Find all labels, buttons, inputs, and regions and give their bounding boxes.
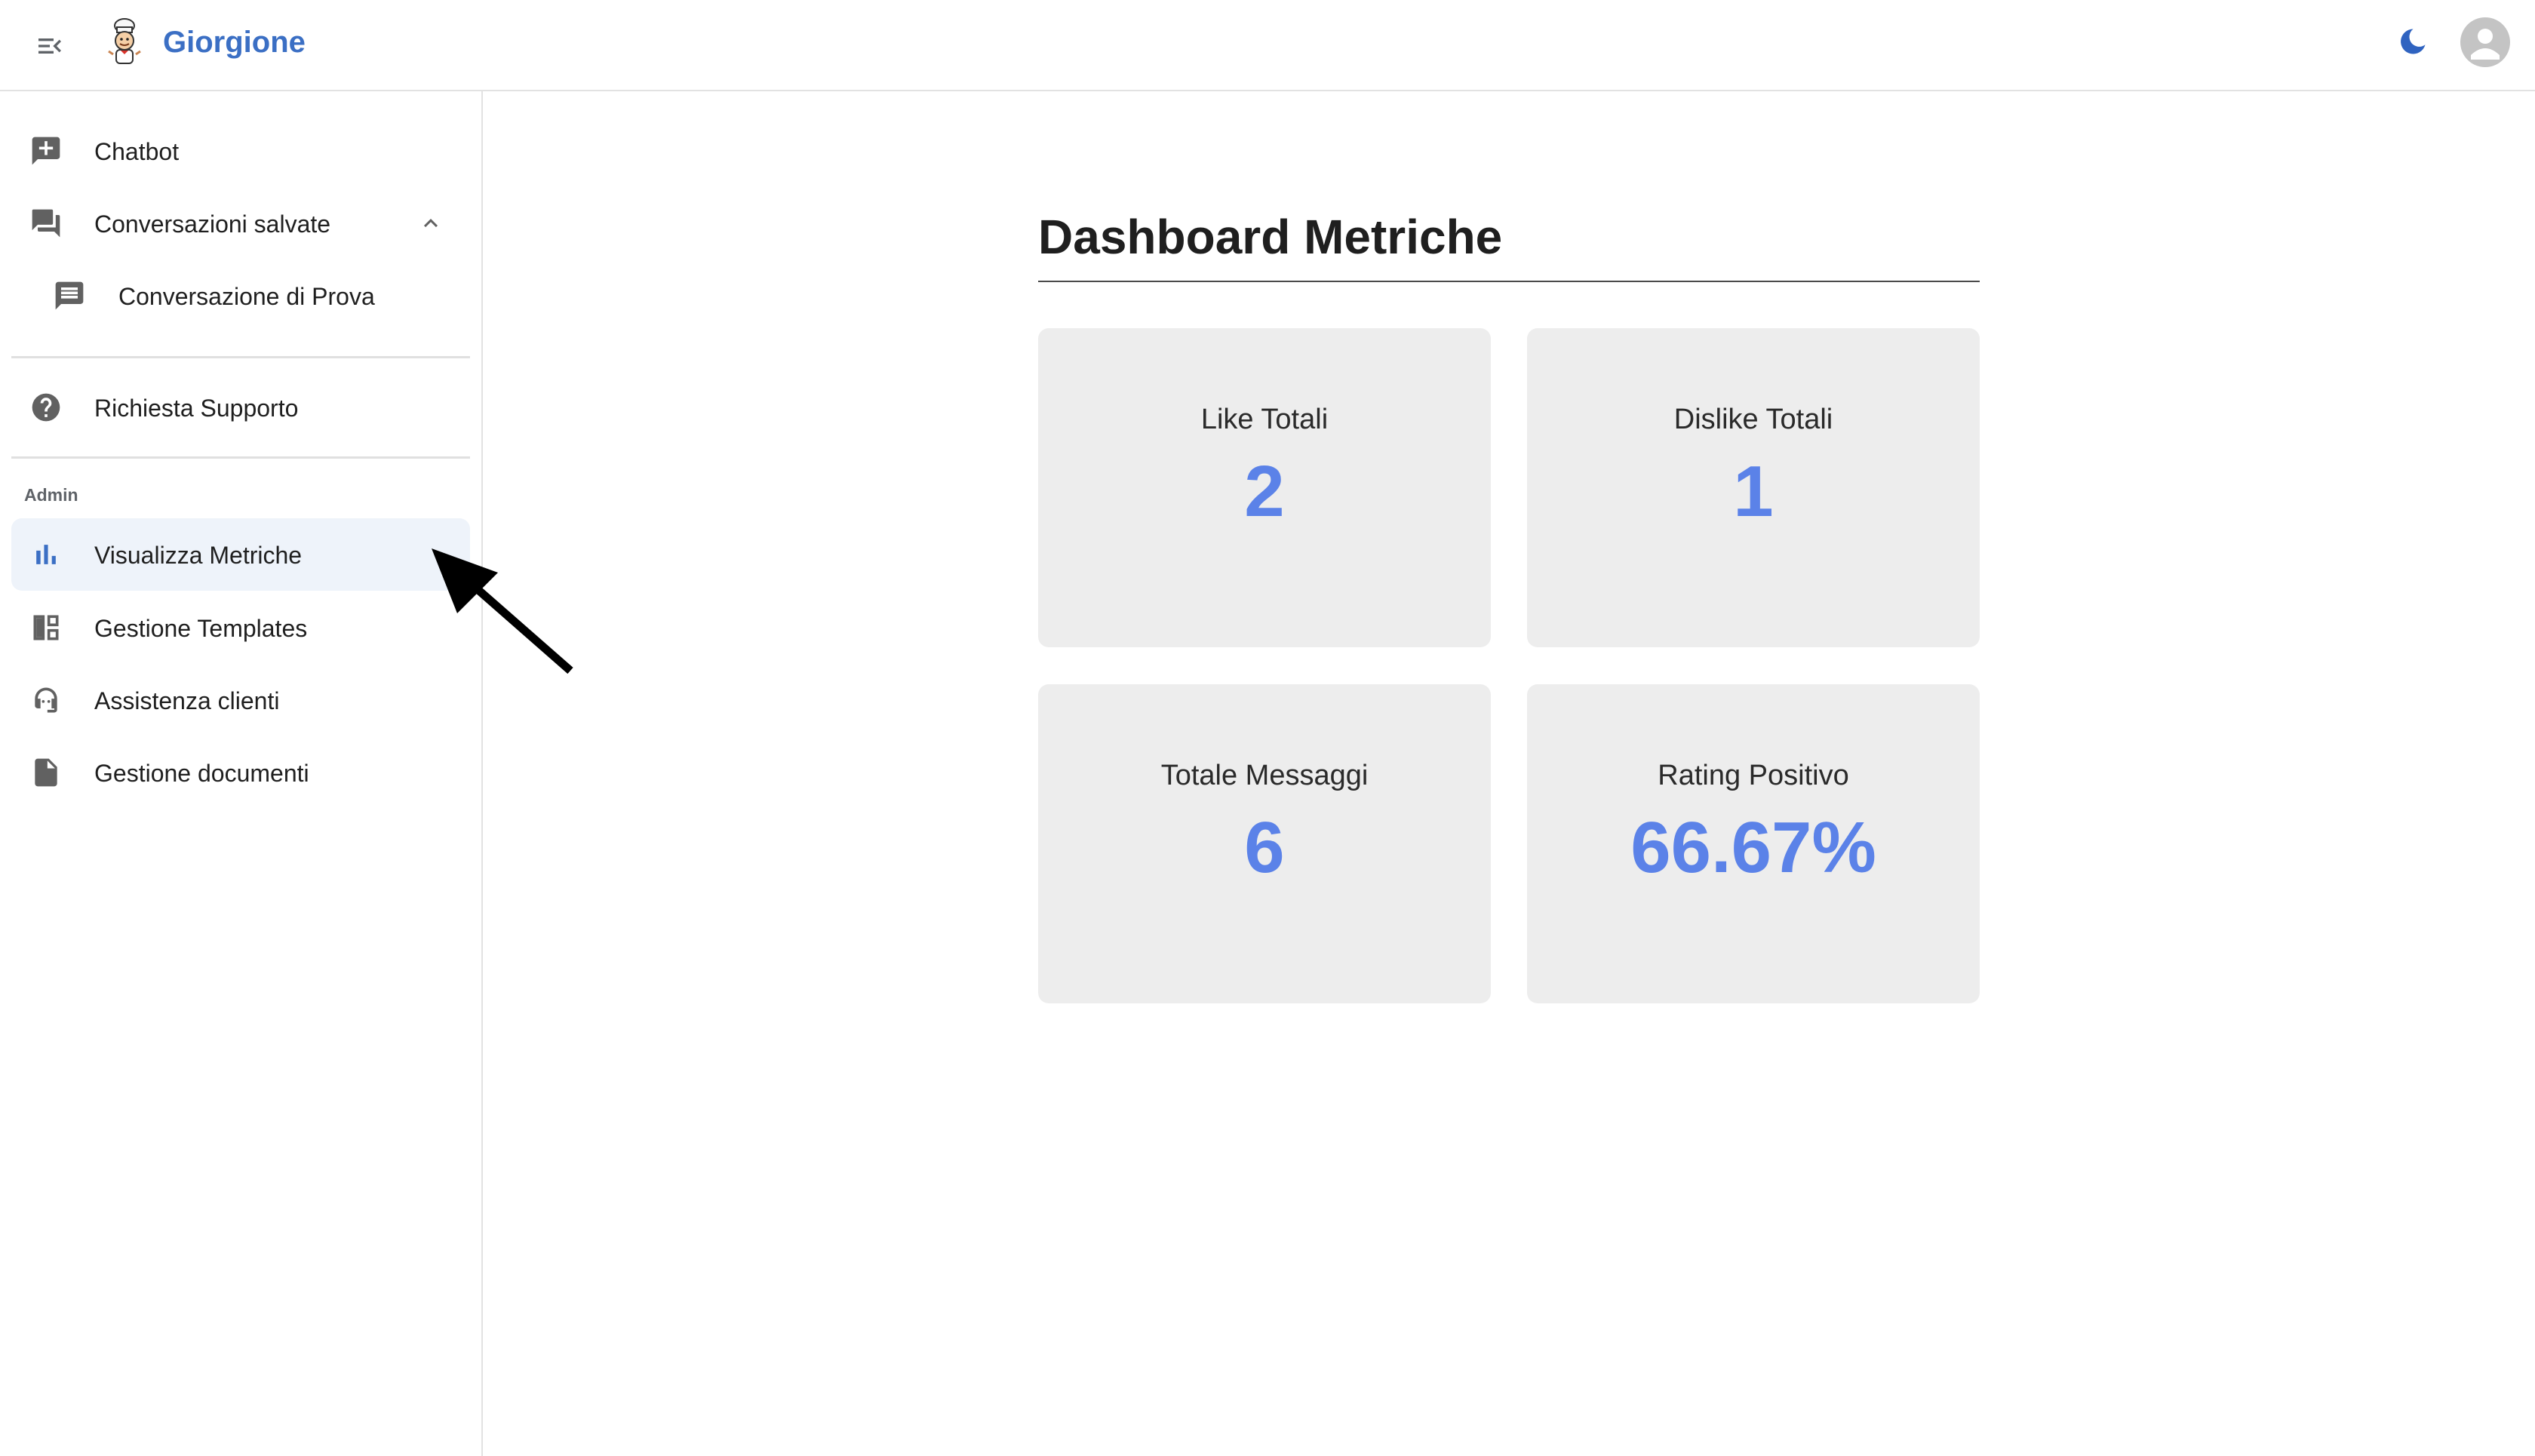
moon-icon[interactable] (2392, 20, 2434, 63)
sidebar-item-label: Gestione documenti (94, 760, 309, 787)
chef-mascot-logo (98, 15, 151, 68)
sidebar-item-view-metrics[interactable]: Visualizza Metriche (11, 518, 470, 591)
sidebar-item-label: Chatbot (94, 138, 180, 165)
chevron-up-icon[interactable] (417, 210, 444, 237)
metric-value: 6 (1244, 807, 1285, 888)
sidebar-item-label: Assistenza clienti (94, 687, 280, 714)
metric-value: 2 (1244, 451, 1285, 532)
annotation-arrow-icon (422, 539, 581, 679)
document-icon (29, 756, 63, 789)
metric-card-likes: Like Totali 2 (1038, 328, 1491, 647)
forum-icon (29, 207, 63, 240)
support-agent-icon (29, 683, 63, 717)
account-circle-icon[interactable] (2460, 17, 2510, 67)
sidebar-divider (11, 456, 470, 459)
sidebar-item-support-request[interactable]: Richiesta Supporto (11, 371, 470, 444)
app-brand-name[interactable]: Giorgione (163, 23, 306, 61)
chat-add-icon (29, 134, 63, 167)
sidebar-item-chatbot[interactable]: Chatbot (11, 115, 470, 187)
metric-value: 1 (1733, 451, 1774, 532)
sidebar-item-conversation[interactable]: Conversazione di Prova (11, 260, 470, 332)
app-bar: Giorgione (0, 0, 2535, 91)
sidebar-item-label: Conversazione di Prova (118, 283, 375, 310)
help-circle-icon (29, 391, 63, 424)
metric-card-dislikes: Dislike Totali 1 (1527, 328, 1980, 647)
menu-collapse-icon[interactable] (29, 25, 71, 67)
bar-chart-icon (29, 538, 63, 571)
sidebar-item-manage-documents[interactable]: Gestione documenti (11, 736, 470, 809)
sidebar: Chatbot Conversazioni salvate Conversazi… (0, 91, 483, 1456)
sidebar-item-label: Visualizza Metriche (94, 542, 303, 569)
sidebar-item-label: Conversazioni salvate (94, 210, 331, 238)
admin-section-label: Admin (24, 485, 78, 505)
sidebar-item-customer-support[interactable]: Assistenza clienti (11, 664, 470, 736)
message-icon (53, 279, 86, 312)
sidebar-item-label: Gestione Templates (94, 615, 308, 642)
metric-card-positive-rating: Rating Positivo 66.67% (1527, 684, 1980, 1003)
metric-card-total-messages: Totale Messaggi 6 (1038, 684, 1491, 1003)
metric-label: Like Totali (1200, 404, 1329, 435)
title-divider (1038, 281, 1980, 282)
sidebar-item-saved-conversations[interactable]: Conversazioni salvate (11, 187, 470, 260)
sidebar-item-manage-templates[interactable]: Gestione Templates (11, 591, 470, 664)
metric-label: Totale Messaggi (1160, 760, 1369, 791)
metric-value: 66.67% (1630, 807, 1876, 888)
sidebar-divider (11, 356, 470, 358)
dashboard-layout-icon (29, 611, 63, 644)
metric-label: Rating Positivo (1658, 760, 1849, 791)
page-title: Dashboard Metriche (1038, 210, 1503, 264)
sidebar-item-label: Richiesta Supporto (94, 395, 299, 422)
metric-label: Dislike Totali (1673, 404, 1833, 435)
